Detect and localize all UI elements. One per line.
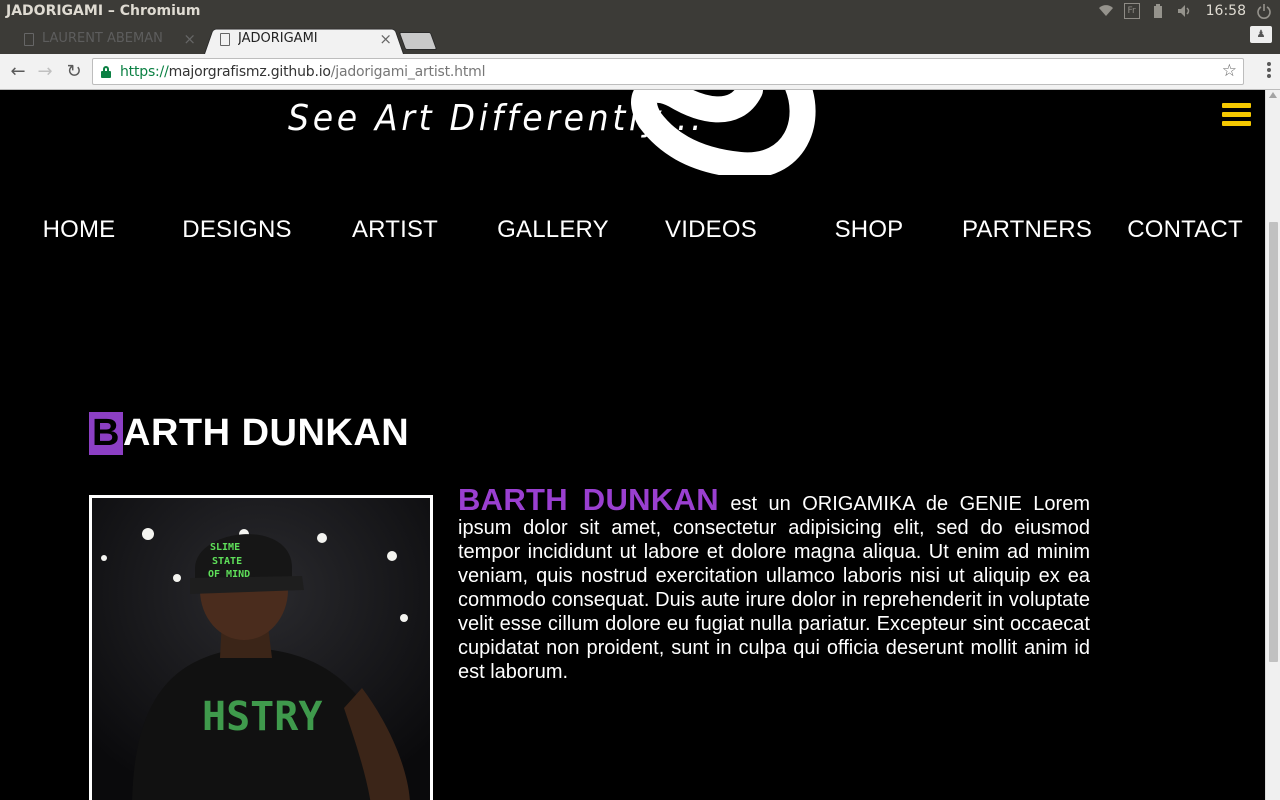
hamburger-menu-icon[interactable]: [1222, 103, 1251, 129]
artist-portrait-image: SLIME STATE OF MIND HSTRY: [92, 498, 430, 800]
nav-artist[interactable]: ARTIST: [316, 216, 474, 244]
profile-icon[interactable]: ♟: [1250, 26, 1272, 43]
browser-toolbar: ← → ↻ https://majorgrafismz.github.io/ja…: [0, 54, 1280, 90]
os-title-bar: JADORIGAMI – Chromium Fr 16:58: [0, 0, 1280, 24]
browser-menu-icon[interactable]: [1267, 62, 1271, 80]
cap-text-1: SLIME: [210, 542, 240, 553]
tab-jadorigami[interactable]: JADORIGAMI ×: [204, 26, 404, 54]
volume-icon[interactable]: [1176, 3, 1192, 19]
url-path: /jadorigami_artist.html: [330, 64, 486, 80]
nav-shop[interactable]: SHOP: [790, 216, 948, 244]
tab-label: LAURENT ABEMAN: [42, 31, 163, 46]
forward-button[interactable]: →: [33, 60, 57, 84]
wifi-icon[interactable]: [1098, 3, 1114, 19]
heading-initial: B: [89, 412, 123, 455]
artist-photo: SLIME STATE OF MIND HSTRY: [89, 495, 433, 800]
nav-home[interactable]: HOME: [0, 216, 158, 244]
back-button[interactable]: ←: [6, 60, 30, 84]
window-title: JADORIGAMI – Chromium: [6, 3, 201, 19]
cap-text-2: STATE: [212, 556, 242, 567]
cap-text-3: OF MIND: [208, 569, 250, 580]
url-host: majorgrafismz.github.io: [168, 64, 331, 80]
tab-label: JADORIGAMI: [238, 31, 318, 46]
keyboard-layout-icon[interactable]: Fr: [1123, 3, 1140, 19]
nav-designs[interactable]: DESIGNS: [158, 216, 316, 244]
nav-partners[interactable]: PARTNERS: [948, 216, 1106, 244]
new-tab-button[interactable]: [398, 32, 438, 50]
bio-artist-name: BARTH DUNKAN: [458, 482, 719, 517]
reload-button[interactable]: ↻: [62, 60, 86, 84]
site-tagline: See Art Differently...: [288, 98, 706, 139]
close-icon[interactable]: ×: [183, 26, 196, 52]
scroll-up-arrow-icon[interactable]: [1269, 92, 1277, 98]
heading-rest: ARTH DUNKAN: [123, 412, 410, 454]
nav-contact[interactable]: CONTACT: [1106, 216, 1264, 244]
page-scrollbar[interactable]: [1265, 90, 1280, 800]
tab-laurent-abeman[interactable]: LAURENT ABEMAN ×: [8, 26, 208, 54]
tab-strip: LAURENT ABEMAN × JADORIGAMI × ♟: [0, 24, 1280, 54]
document-icon: [220, 33, 230, 46]
close-icon[interactable]: ×: [379, 26, 392, 52]
url-text[interactable]: https://majorgrafismz.github.io/jadoriga…: [120, 64, 485, 80]
scroll-thumb[interactable]: [1269, 222, 1278, 662]
battery-icon[interactable]: [1150, 3, 1166, 19]
power-icon[interactable]: [1256, 3, 1272, 19]
system-tray: Fr 16:58: [1098, 3, 1272, 19]
main-navigation: HOME DESIGNS ARTIST GALLERY VIDEOS SHOP …: [0, 216, 1265, 246]
artist-heading: BARTH DUNKAN: [89, 412, 409, 455]
secure-lock-icon[interactable]: [101, 66, 111, 78]
nav-gallery[interactable]: GALLERY: [474, 216, 632, 244]
address-bar[interactable]: https://majorgrafismz.github.io/jadoriga…: [92, 58, 1244, 85]
document-icon: [24, 33, 34, 46]
url-scheme: https://: [120, 64, 169, 80]
nav-videos[interactable]: VIDEOS: [632, 216, 790, 244]
shirt-print-text: HSTRY: [202, 694, 322, 740]
artist-bio: BARTH DUNKAN est un ORIGAMIKA de GENIE L…: [458, 484, 1090, 684]
page-viewport: See Art Differently... HOME DESIGNS ARTI…: [0, 90, 1265, 800]
clock[interactable]: 16:58: [1206, 3, 1246, 19]
star-icon[interactable]: ☆: [1222, 61, 1237, 81]
bio-text: est un ORIGAMIKA de GENIE Lorem ipsum do…: [458, 493, 1090, 683]
